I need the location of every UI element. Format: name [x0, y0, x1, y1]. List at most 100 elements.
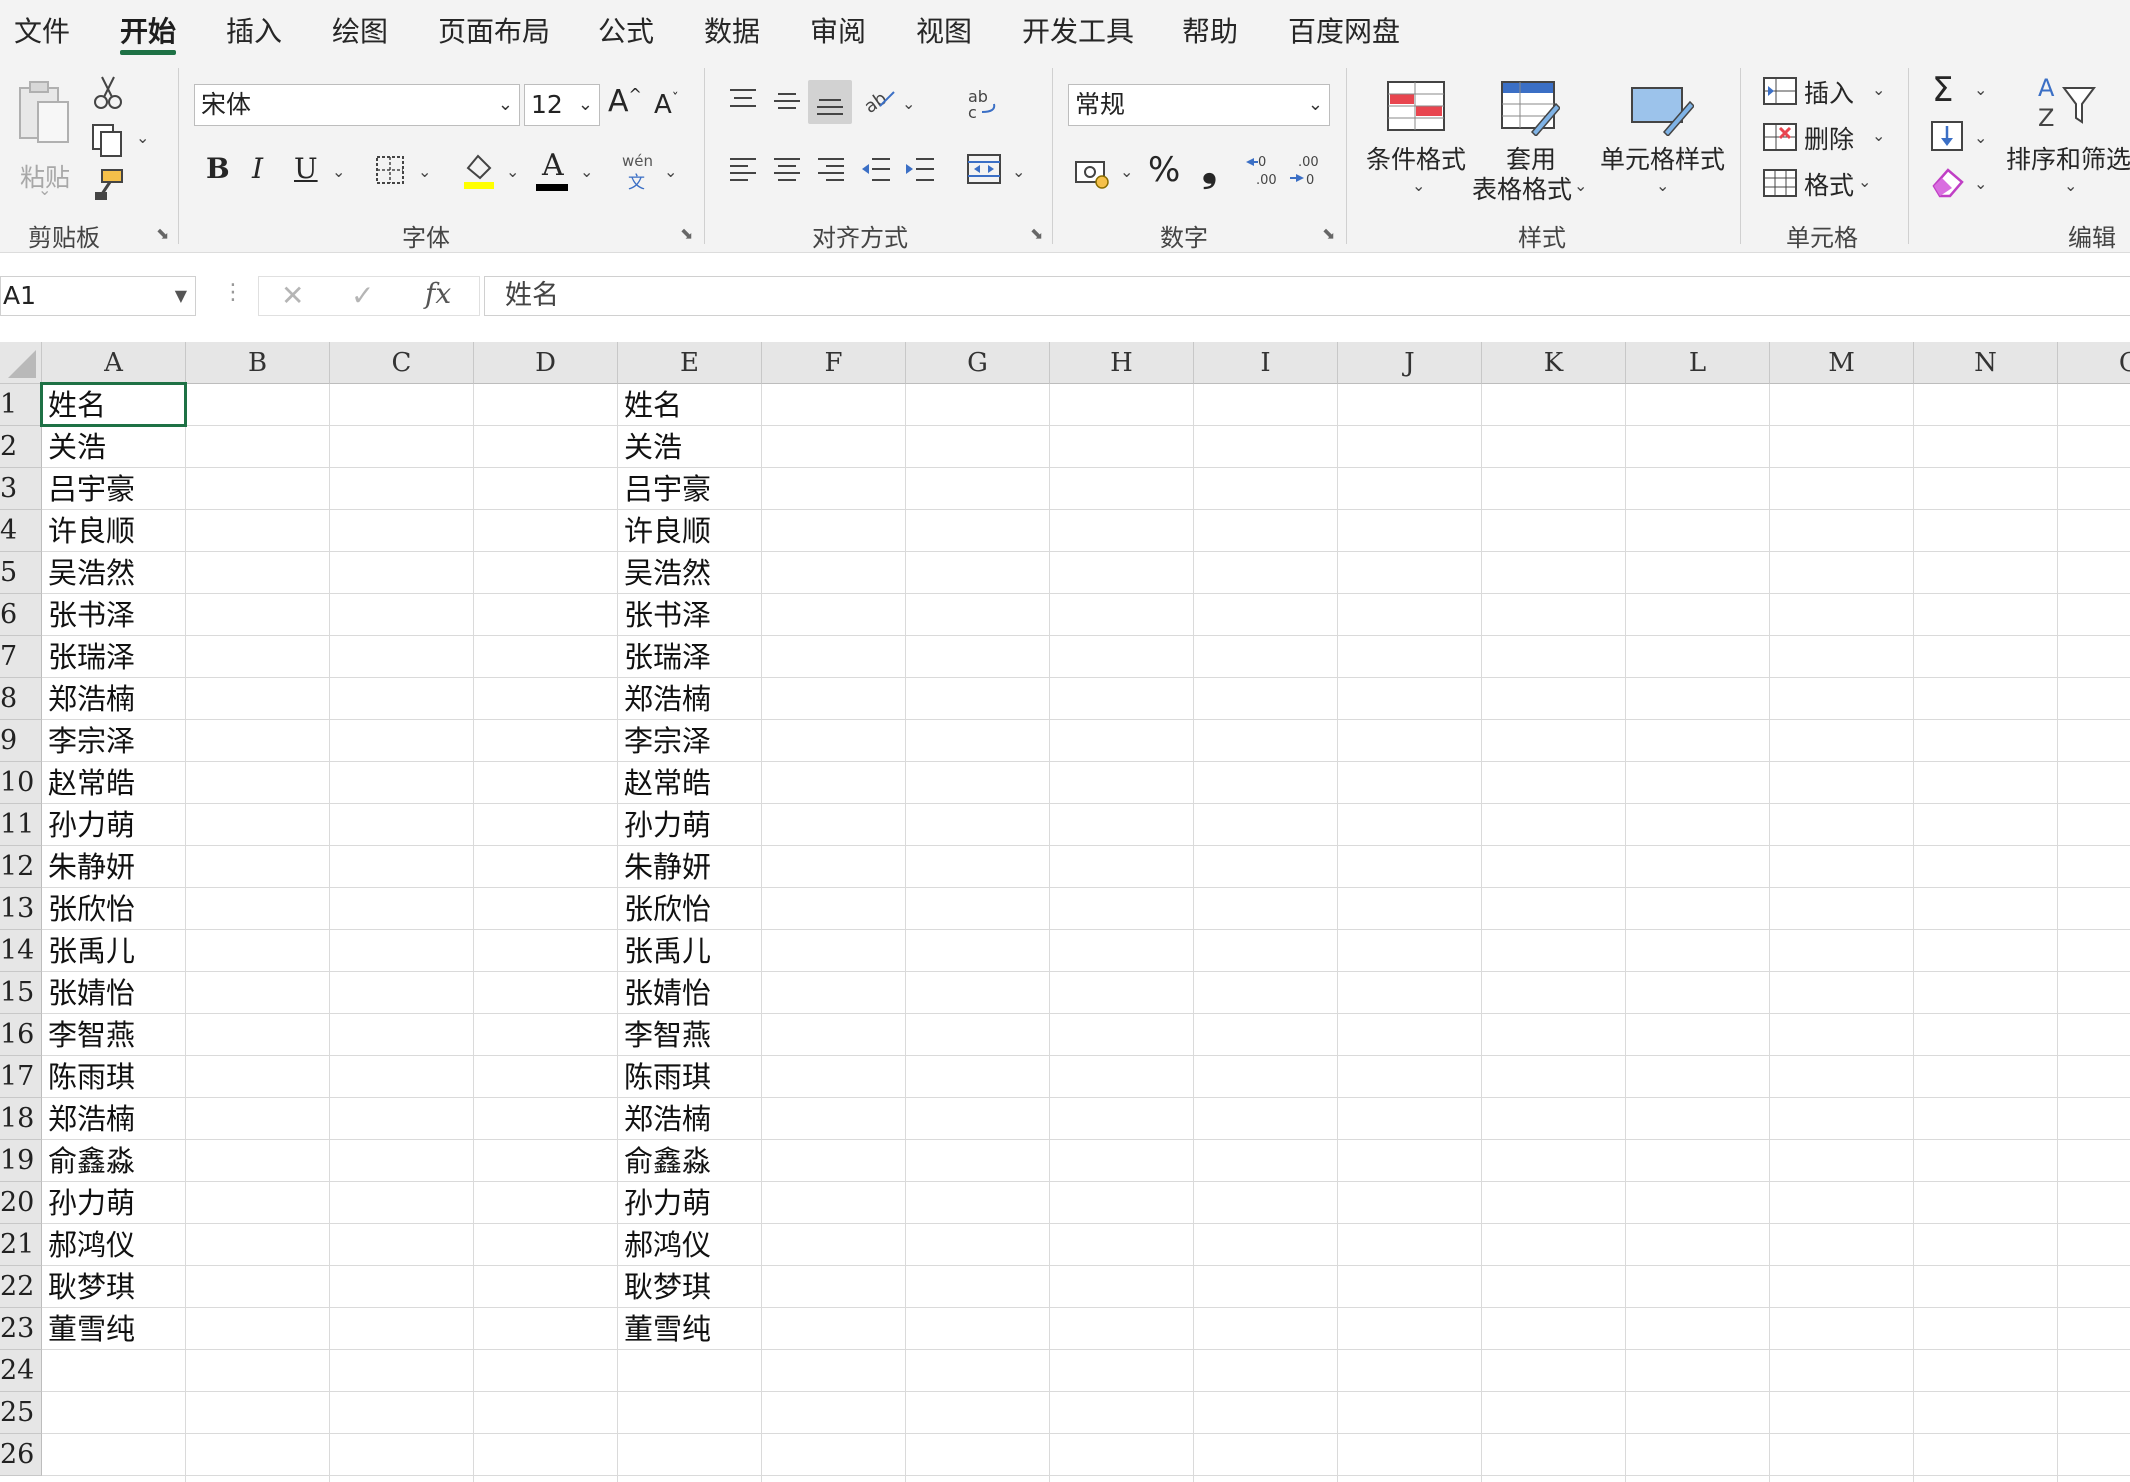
orientation-icon[interactable]: ab [862, 82, 896, 116]
paste-dropdown-arrow[interactable]: ⌄ [38, 180, 51, 199]
tab-file[interactable]: 文件 [14, 10, 70, 50]
font-dialog-launcher-icon[interactable]: ⬊ [680, 224, 696, 243]
column-header-l[interactable]: L [1626, 342, 1770, 384]
comma-style-icon[interactable]: ❟ [1202, 146, 1217, 191]
tab-home[interactable]: 开始 [120, 10, 176, 50]
delete-cells-button[interactable]: 删除 ⌄ [1762, 118, 1892, 158]
tab-data[interactable]: 数据 [704, 10, 760, 50]
cell-a3[interactable]: 吕宇豪 [42, 468, 186, 510]
row-header[interactable]: 14 [0, 930, 42, 972]
tab-help[interactable]: 帮助 [1182, 10, 1238, 50]
tab-draw[interactable]: 绘图 [332, 10, 388, 50]
formula-input[interactable]: 姓名 [484, 276, 2130, 316]
column-header-o[interactable]: O [2058, 342, 2130, 384]
column-header-a[interactable]: A [42, 342, 186, 384]
bottom-align-button[interactable] [808, 80, 852, 124]
cell-e16[interactable]: 李智燕 [618, 1014, 762, 1056]
cell-a22[interactable]: 耿梦琪 [42, 1266, 186, 1308]
orientation-dropdown-arrow[interactable]: ⌄ [902, 94, 915, 113]
row-header[interactable]: 18 [0, 1098, 42, 1140]
format-as-table-button[interactable]: 套用 表格格式 ⌄ [1470, 76, 1590, 216]
column-header-i[interactable]: I [1194, 342, 1338, 384]
row-header[interactable]: 15 [0, 972, 42, 1014]
column-header-g[interactable]: G [906, 342, 1050, 384]
row-header[interactable]: 23 [0, 1308, 42, 1350]
column-header-h[interactable]: H [1050, 342, 1194, 384]
accounting-dropdown-arrow[interactable]: ⌄ [1120, 162, 1133, 181]
cell-a1[interactable]: 姓名 [42, 384, 186, 426]
cell-e13[interactable]: 张欣怡 [618, 888, 762, 930]
cell-a15[interactable]: 张婧怡 [42, 972, 186, 1014]
underline-dropdown-arrow[interactable]: ⌄ [332, 162, 345, 181]
autosum-icon[interactable]: Σ [1932, 70, 1953, 110]
row-header[interactable]: 24 [0, 1350, 42, 1392]
row-header[interactable]: 7 [0, 636, 42, 678]
column-header-f[interactable]: F [762, 342, 906, 384]
phonetic-guide-button[interactable]: wén 文 [620, 152, 656, 193]
select-all-button[interactable] [0, 342, 42, 384]
format-painter-icon[interactable] [92, 168, 126, 202]
cancel-icon[interactable]: ✕ [281, 279, 304, 312]
cell-e21[interactable]: 郝鸿仪 [618, 1224, 762, 1266]
column-header-c[interactable]: C [330, 342, 474, 384]
insert-cells-button[interactable]: 插入 ⌄ [1762, 72, 1892, 112]
cell-e6[interactable]: 张书泽 [618, 594, 762, 636]
cell-a9[interactable]: 李宗泽 [42, 720, 186, 762]
borders-icon[interactable] [374, 154, 406, 186]
format-cells-button[interactable]: 格式 ⌄ [1762, 164, 1892, 204]
cell-a18[interactable]: 郑浩楠 [42, 1098, 186, 1140]
cell-e14[interactable]: 张禹儿 [618, 930, 762, 972]
italic-icon[interactable]: I [252, 152, 263, 185]
insert-function-icon[interactable]: fx [425, 277, 451, 310]
cell-e9[interactable]: 李宗泽 [618, 720, 762, 762]
cell-e1[interactable]: 姓名 [618, 384, 762, 426]
cell-a16[interactable]: 李智燕 [42, 1014, 186, 1056]
row-header[interactable]: 21 [0, 1224, 42, 1266]
top-align-icon[interactable] [728, 86, 758, 114]
cut-icon[interactable] [92, 74, 124, 110]
font-color-button[interactable]: A [536, 148, 570, 192]
column-header-k[interactable]: K [1482, 342, 1626, 384]
cell-e18[interactable]: 郑浩楠 [618, 1098, 762, 1140]
column-header-m[interactable]: M [1770, 342, 1914, 384]
cell-a19[interactable]: 俞鑫淼 [42, 1140, 186, 1182]
row-header[interactable]: 9 [0, 720, 42, 762]
row-header[interactable]: 22 [0, 1266, 42, 1308]
row-header[interactable]: 10 [0, 762, 42, 804]
cell-e15[interactable]: 张婧怡 [618, 972, 762, 1014]
row-header[interactable]: 6 [0, 594, 42, 636]
tab-insert[interactable]: 插入 [226, 10, 282, 50]
decrease-decimal-icon[interactable]: .000 [1288, 152, 1328, 188]
font-size-combobox[interactable]: 12 ⌄ [524, 84, 600, 126]
row-header[interactable]: 12 [0, 846, 42, 888]
cell-a6[interactable]: 张书泽 [42, 594, 186, 636]
merge-center-icon[interactable] [966, 152, 1002, 186]
cell-a4[interactable]: 许良顺 [42, 510, 186, 552]
row-header[interactable]: 1 [0, 384, 42, 426]
cell-a14[interactable]: 张禹儿 [42, 930, 186, 972]
cell-e5[interactable]: 吴浩然 [618, 552, 762, 594]
cell-a5[interactable]: 吴浩然 [42, 552, 186, 594]
merge-dropdown-arrow[interactable]: ⌄ [1012, 162, 1025, 181]
cell-a7[interactable]: 张瑞泽 [42, 636, 186, 678]
name-box[interactable]: A1 ▼ [0, 276, 196, 316]
autosum-dropdown-arrow[interactable]: ⌄ [1974, 80, 1987, 99]
increase-decimal-icon[interactable]: 0.00 [1244, 152, 1284, 188]
phonetic-dropdown-arrow[interactable]: ⌄ [664, 162, 677, 181]
number-format-combobox[interactable]: 常规 ⌄ [1068, 84, 1330, 126]
cell-a2[interactable]: 关浩 [42, 426, 186, 468]
clipboard-dialog-launcher-icon[interactable]: ⬊ [156, 224, 172, 243]
row-header[interactable]: 5 [0, 552, 42, 594]
column-header-b[interactable]: B [186, 342, 330, 384]
tab-view[interactable]: 视图 [916, 10, 972, 50]
row-header[interactable]: 13 [0, 888, 42, 930]
number-dialog-launcher-icon[interactable]: ⬊ [1322, 224, 1338, 243]
tab-developer[interactable]: 开发工具 [1022, 10, 1134, 50]
cell-e17[interactable]: 陈雨琪 [618, 1056, 762, 1098]
column-header-n[interactable]: N [1914, 342, 2058, 384]
tab-formulas[interactable]: 公式 [598, 10, 654, 50]
enter-icon[interactable]: ✓ [351, 279, 374, 312]
row-header[interactable]: 4 [0, 510, 42, 552]
row-header[interactable]: 3 [0, 468, 42, 510]
row-header[interactable]: 26 [0, 1434, 42, 1476]
